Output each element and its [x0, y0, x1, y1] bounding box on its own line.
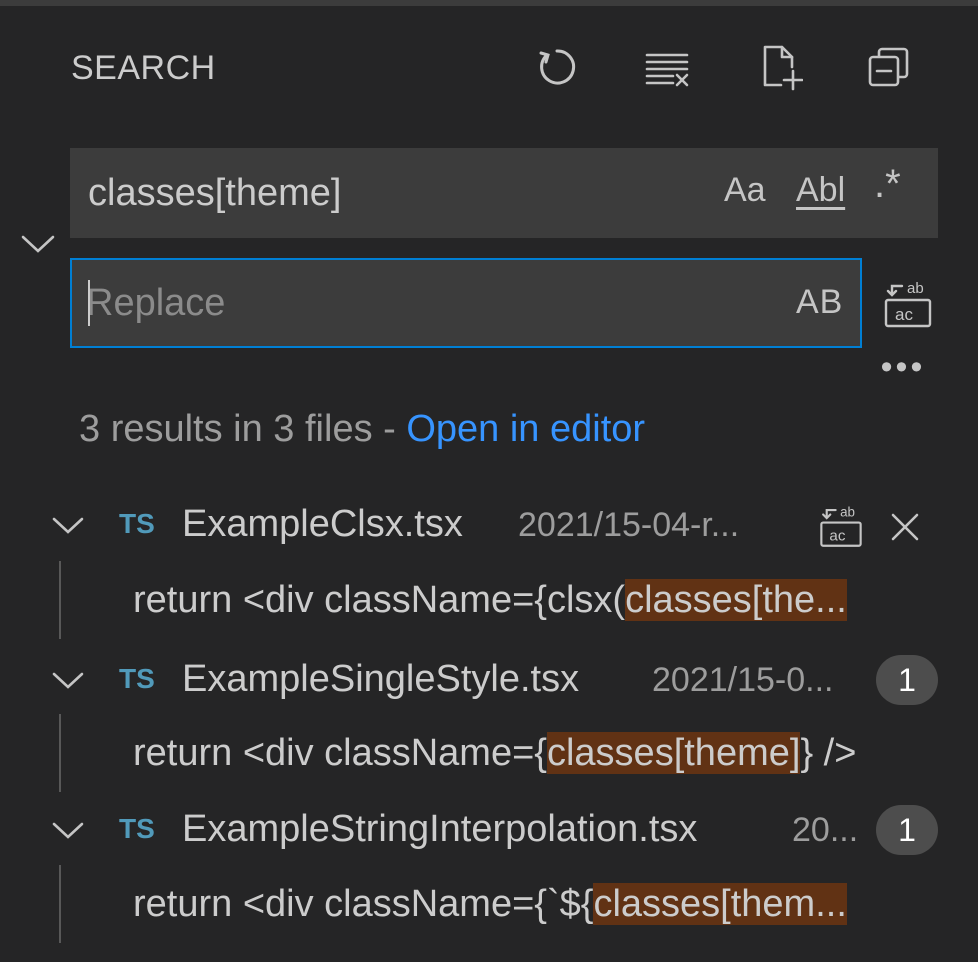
replace-input[interactable] [86, 279, 776, 327]
file-path: 2021/15-04-r... [518, 506, 740, 544]
file-result-row[interactable]: TS ExampleClsx.tsx 2021/15-04-r... ab ac [0, 490, 978, 560]
panel-title: SEARCH [71, 49, 216, 87]
chevron-down-icon[interactable] [48, 505, 88, 545]
file-result-row[interactable]: TS ExampleSingleStyle.tsx 2021/15-0... 1 [0, 645, 978, 715]
match-line-text: return <div className={`${classes[them..… [133, 880, 847, 928]
results-count-text: 3 results in 3 files - [79, 408, 407, 450]
text-cursor [88, 280, 90, 326]
svg-text:ab: ab [907, 280, 924, 297]
collapse-all-icon[interactable] [862, 40, 916, 94]
match-line-text: return <div className={clsx(classes[the.… [133, 576, 847, 624]
match-prefix: return <div className={`${ [133, 883, 594, 925]
new-search-editor-icon[interactable] [752, 40, 806, 94]
match-highlight: classes[theme] [546, 732, 801, 774]
replace-all-icon[interactable]: ab ac [880, 278, 936, 332]
svg-text:ab: ab [840, 504, 855, 519]
match-count-badge: 1 [876, 805, 938, 855]
typescript-file-icon: TS [119, 508, 155, 539]
search-input[interactable]: classes[theme] [88, 171, 341, 215]
use-regex-toggle[interactable]: .* [874, 162, 901, 206]
replace-input-box[interactable]: AB [70, 258, 862, 348]
chevron-down-icon[interactable] [48, 810, 88, 850]
file-result-row[interactable]: TS ExampleStringInterpolation.tsx 20... … [0, 795, 978, 865]
file-name: ExampleClsx.tsx [182, 503, 463, 545]
preserve-case-toggle[interactable]: AB [796, 280, 843, 324]
clear-results-icon[interactable] [640, 40, 694, 94]
match-line-row[interactable]: return <div className={classes[theme]} /… [0, 714, 978, 792]
match-line-row[interactable]: return <div className={`${classes[them..… [0, 865, 978, 943]
more-options-icon[interactable]: ••• [876, 350, 930, 392]
match-prefix: return <div className={clsx( [133, 579, 626, 621]
svg-text:ac: ac [895, 305, 913, 324]
match-count-badge: 1 [876, 655, 938, 705]
match-highlight: classes[the... [625, 579, 847, 621]
match-line-row[interactable]: return <div className={clsx(classes[the.… [0, 561, 978, 639]
file-path: 20... [792, 811, 859, 849]
refresh-icon[interactable] [530, 40, 584, 94]
panel-top-border [0, 0, 978, 6]
chevron-down-icon[interactable] [48, 660, 88, 700]
match-highlight: classes[them... [593, 883, 847, 925]
results-summary: 3 results in 3 files - Open in editor [79, 406, 645, 452]
svg-text:ac: ac [829, 527, 845, 544]
typescript-file-icon: TS [119, 813, 155, 844]
indent-guide [59, 561, 61, 639]
match-whole-word-toggle[interactable]: Abl [796, 168, 845, 212]
indent-guide [59, 714, 61, 792]
open-in-editor-link[interactable]: Open in editor [406, 408, 645, 450]
toggle-replace-chevron-icon[interactable] [18, 224, 58, 264]
replace-all-in-file-icon[interactable]: ab ac [814, 500, 868, 554]
match-line-text: return <div className={classes[theme]} /… [133, 729, 856, 777]
match-case-toggle[interactable]: Aa [724, 168, 766, 212]
file-name: ExampleSingleStyle.tsx [182, 658, 580, 700]
typescript-file-icon: TS [119, 663, 155, 694]
file-name: ExampleStringInterpolation.tsx [182, 808, 698, 850]
dismiss-file-close-icon[interactable] [878, 500, 932, 554]
match-prefix: return <div className={ [133, 732, 547, 774]
search-input-box[interactable]: classes[theme] Aa Abl .* [70, 148, 938, 238]
indent-guide [59, 865, 61, 943]
file-path: 2021/15-0... [652, 661, 834, 699]
match-suffix: } /> [800, 732, 857, 774]
